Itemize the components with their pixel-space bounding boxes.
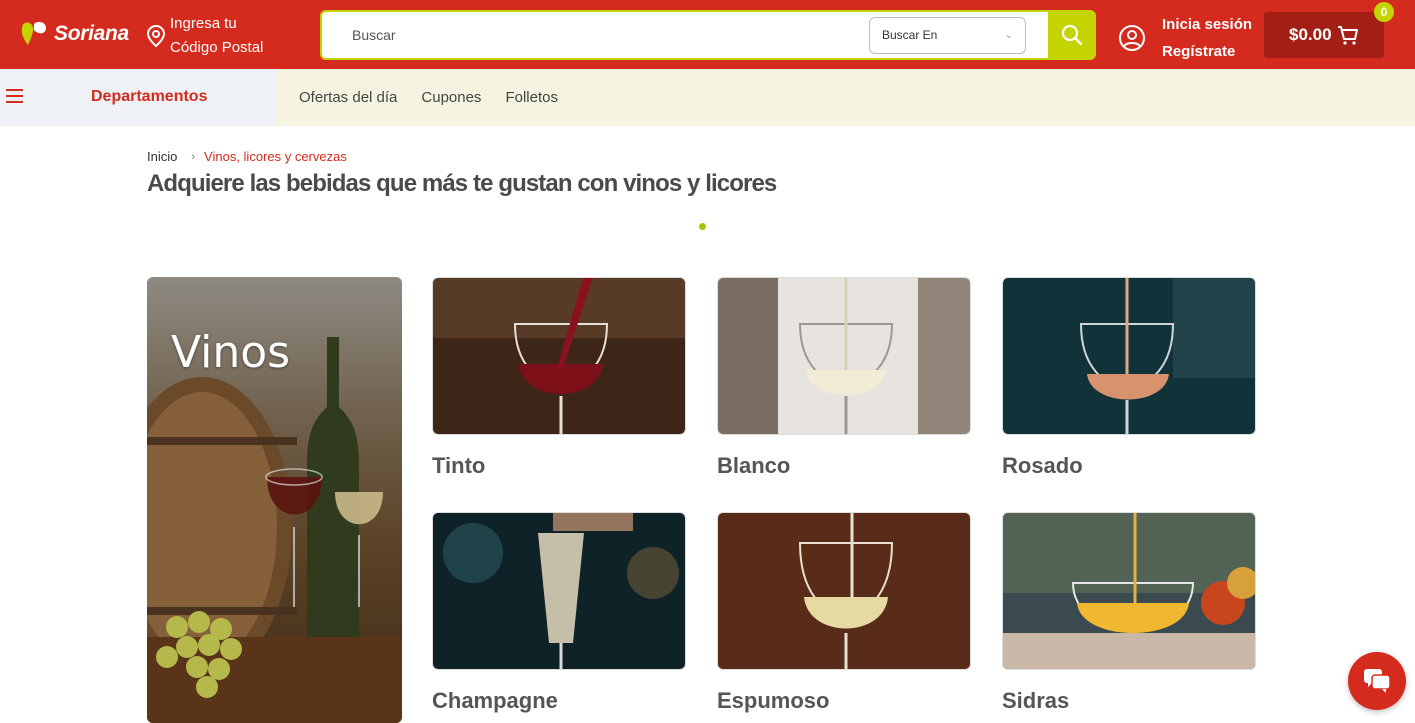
search-icon [1061, 24, 1083, 46]
vinos-banner[interactable]: Vinos [147, 277, 402, 723]
sidras-image [1002, 512, 1256, 670]
cart-icon [1337, 26, 1358, 45]
chat-button[interactable] [1348, 652, 1406, 710]
red-wine-glass-image [433, 278, 685, 434]
category-card-tinto[interactable]: Tinto [432, 277, 686, 479]
category-card-rosado[interactable]: Rosado [1002, 277, 1256, 479]
category-label: Sidras [1002, 688, 1070, 713]
white-wine-glass-image [718, 278, 970, 434]
espumoso-image [717, 512, 971, 670]
category-card-sidras[interactable]: Sidras [1002, 512, 1256, 714]
account-links: Inicia sesión Regístrate [1162, 11, 1252, 65]
logo-text: Soriana [54, 22, 129, 45]
cart-button[interactable]: $0.00 [1264, 12, 1384, 58]
postal-code-selector[interactable]: Ingresa tu Código Postal [146, 12, 263, 60]
category-label: Espumoso [717, 688, 830, 713]
nav-bar: Departamentos Ofertas del día Cupones Fo… [0, 69, 1415, 126]
category-label: Champagne [432, 688, 558, 713]
search-in-dropdown[interactable]: Buscar En ⌄ [869, 17, 1026, 54]
location-pin-icon [146, 24, 166, 48]
breadcrumb: Inicio › Vinos, licores y cervezas [147, 149, 347, 164]
breadcrumb-home[interactable]: Inicio [147, 149, 177, 164]
postal-text: Ingresa tu Código Postal [170, 12, 263, 60]
departments-label: Departamentos [91, 88, 208, 105]
postal-line-1: Ingresa tu [170, 15, 237, 32]
chat-bubble-icon [1364, 669, 1391, 693]
rosado-image [1002, 277, 1256, 435]
category-card-espumoso[interactable]: Espumoso [717, 512, 971, 714]
sparkling-wine-glass-image [718, 513, 970, 669]
breadcrumb-current[interactable]: Vinos, licores y cervezas [204, 149, 347, 164]
register-link[interactable]: Regístrate [1162, 38, 1252, 65]
rose-wine-glass-image [1003, 278, 1255, 434]
search-bar: Buscar En ⌄ [320, 10, 1096, 60]
category-label: Blanco [717, 453, 791, 478]
soriana-heart-icon [21, 21, 46, 45]
hamburger-menu-icon[interactable] [6, 89, 23, 103]
banner-title: Vinos [171, 327, 291, 378]
login-link[interactable]: Inicia sesión [1162, 11, 1252, 38]
postal-line-2: Código Postal [170, 39, 264, 56]
account-area: Inicia sesión Regístrate [1118, 11, 1252, 65]
cart-total: $0.00 [1289, 25, 1332, 44]
cart-count-badge: 0 [1374, 2, 1394, 22]
carousel-indicator-dot[interactable] [699, 223, 706, 230]
nav-link-ofertas[interactable]: Ofertas del día [299, 89, 397, 106]
blanco-image [717, 277, 971, 435]
champagne-image [432, 512, 686, 670]
cider-glass-image [1003, 513, 1255, 669]
nav-link-folletos[interactable]: Folletos [505, 89, 558, 106]
search-input[interactable] [336, 12, 856, 58]
nav-link-cupones[interactable]: Cupones [421, 89, 481, 106]
soriana-logo[interactable]: Soriana [18, 18, 129, 50]
departments-menu[interactable]: Departamentos [0, 69, 275, 126]
chevron-down-icon: ⌄ [1004, 30, 1013, 41]
champagne-flute-image [433, 513, 685, 669]
top-header: Soriana Ingresa tu Código Postal Buscar … [0, 0, 1415, 69]
nav-links: Ofertas del día Cupones Folletos [299, 89, 582, 106]
search-in-label: Buscar En [882, 28, 938, 42]
category-card-blanco[interactable]: Blanco [717, 277, 971, 479]
page-title: Adquiere las bebidas que más te gustan c… [147, 170, 777, 197]
category-card-champagne[interactable]: Champagne [432, 512, 686, 714]
category-label: Rosado [1002, 453, 1083, 478]
chevron-right-icon: › [191, 150, 196, 163]
user-circle-icon[interactable] [1118, 24, 1146, 52]
category-label: Tinto [432, 453, 486, 478]
tinto-image [432, 277, 686, 435]
search-button[interactable] [1048, 12, 1094, 58]
